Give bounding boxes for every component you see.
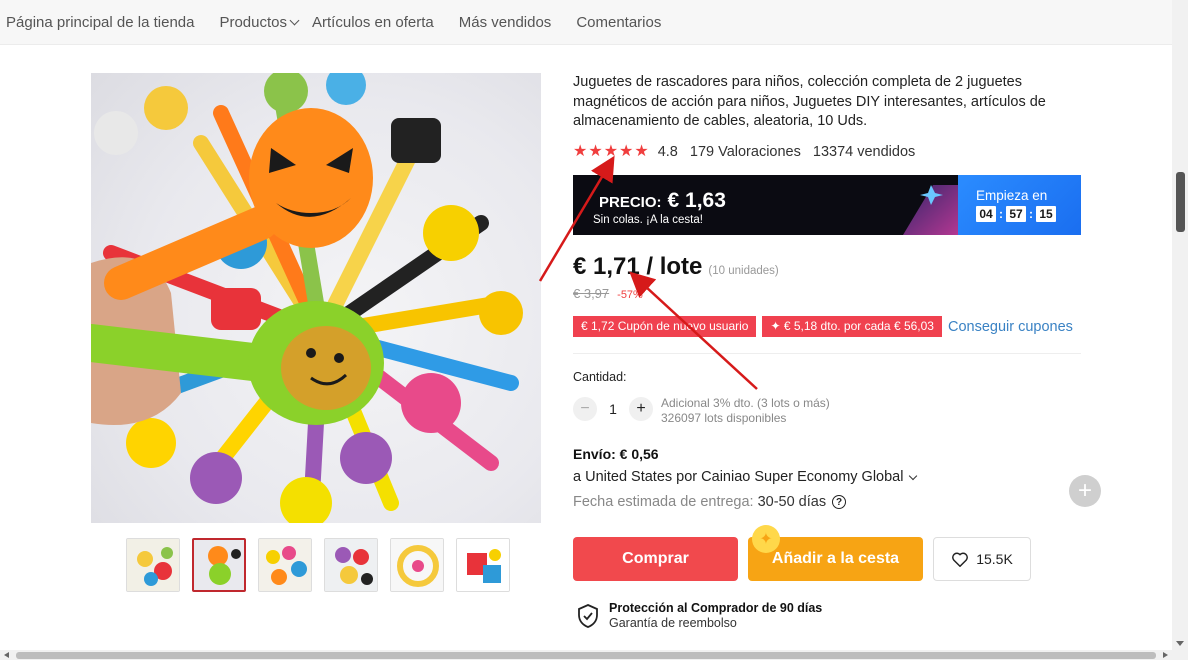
- shipping-destination: a United States por Cainiao Super Econom…: [573, 469, 904, 485]
- thumbnail-image: [457, 539, 509, 591]
- delivery-estimate: Fecha estimada de entrega: 30-50 días ?: [573, 494, 847, 510]
- sparkle-icon: ✦: [752, 525, 780, 553]
- countdown-seconds: 15: [1036, 206, 1056, 222]
- countdown-label: Empieza en: [976, 188, 1048, 203]
- horizontal-scrollbar-thumb[interactable]: [16, 652, 1156, 659]
- reviews-link[interactable]: 179 Valoraciones: [690, 144, 801, 160]
- nav-reviews-label: Comentarios: [576, 13, 662, 31]
- promo-label: PRECIO:: [599, 194, 662, 211]
- thumbnail[interactable]: [390, 538, 444, 592]
- thumbnail-image: [325, 539, 377, 591]
- shield-check-icon: [578, 604, 598, 628]
- bulk-discount-note: Adicional 3% dto. (3 lots o más): [661, 396, 830, 410]
- countdown-timer: 04 : 57 : 15: [976, 206, 1081, 222]
- original-price-row: € 3,97 -57%: [573, 286, 643, 301]
- countdown-separator: :: [1029, 207, 1033, 221]
- store-nav: Página principal de la tienda Productos …: [0, 0, 1172, 45]
- price-units: (10 unidades): [708, 265, 779, 277]
- promo-banner: PRECIO: € 1,63 Sin colas. ¡A la cesta! E…: [573, 175, 1081, 235]
- product-main-image[interactable]: [91, 73, 541, 523]
- nav-bestsellers[interactable]: Más vendidos: [434, 14, 552, 31]
- nav-sale-items[interactable]: Artículos en oferta: [298, 14, 434, 31]
- vertical-scrollbar[interactable]: [1172, 0, 1188, 650]
- nav-store-home[interactable]: Página principal de la tienda: [0, 14, 194, 31]
- rating-row: ★ ★ ★ ★ ★ 4.8 179 Valoraciones 13374 ven…: [573, 143, 915, 161]
- star-icon: ★: [588, 143, 603, 160]
- sold-count: 13374 vendidos: [812, 144, 916, 160]
- thumbnail[interactable]: [324, 538, 378, 592]
- nav-bestsellers-label: Más vendidos: [458, 13, 552, 31]
- thumbnail[interactable]: [456, 538, 510, 592]
- thumbnail-image: [127, 539, 179, 591]
- coupon-row: € 1,72 Cupón de nuevo usuario ✦ € 5,18 d…: [573, 316, 1081, 337]
- wishlist-button[interactable]: 15.5K: [933, 537, 1031, 581]
- divider: [573, 353, 1081, 354]
- shipping-cost: Envío: € 0,56: [573, 446, 659, 462]
- countdown-minutes: 57: [1006, 206, 1026, 222]
- nav-products[interactable]: Productos: [194, 13, 300, 31]
- product-title: Juguetes de rascadores para niños, colec…: [573, 74, 1046, 129]
- price-row: € 1,71 / lote (10 unidades): [573, 253, 779, 281]
- delivery-days: 30-50 días: [757, 494, 827, 510]
- vertical-scrollbar-thumb[interactable]: [1176, 172, 1185, 232]
- original-price: € 3,97: [573, 286, 610, 301]
- nav-products-label: Productos: [219, 13, 288, 31]
- scroll-down-arrow-icon[interactable]: [1176, 641, 1184, 646]
- help-icon[interactable]: ?: [832, 495, 847, 509]
- thumbnail-selected[interactable]: [192, 538, 246, 592]
- star-icon: ★: [573, 143, 588, 160]
- buy-now-button[interactable]: Comprar: [573, 537, 738, 581]
- nav-store-home-label: Página principal de la tienda: [6, 13, 195, 31]
- nav-sale-items-label: Artículos en oferta: [312, 13, 434, 31]
- heart-icon: [952, 552, 969, 567]
- thumbnail-image: [259, 539, 311, 591]
- chevron-down-icon: [909, 471, 918, 480]
- promo-price-panel: PRECIO: € 1,63 Sin colas. ¡A la cesta!: [573, 175, 958, 235]
- thumbnail[interactable]: [258, 538, 312, 592]
- floating-plus-button[interactable]: +: [1069, 475, 1101, 507]
- star-icon: ★: [619, 143, 634, 160]
- buyer-protection-text: Protección al Comprador de 90 días Garan…: [609, 601, 822, 631]
- store-discount-coupon[interactable]: ✦ € 5,18 dto. por cada € 56,03: [762, 316, 942, 337]
- stock-available: 326097 lots disponibles: [661, 410, 787, 425]
- scroll-right-arrow-icon[interactable]: [1163, 652, 1168, 658]
- new-user-coupon[interactable]: € 1,72 Cupón de nuevo usuario: [573, 316, 757, 337]
- buyer-protection-title: Protección al Comprador de 90 días: [609, 601, 823, 615]
- quantity-value[interactable]: 1: [597, 401, 629, 417]
- delivery-label: Fecha estimada de entrega:: [573, 494, 754, 510]
- countdown-hours: 04: [976, 206, 996, 222]
- promo-countdown-panel: Empieza en 04 : 57 : 15: [958, 175, 1081, 235]
- quantity-decrease-button[interactable]: −: [573, 397, 597, 421]
- promo-price: € 1,63: [667, 189, 726, 212]
- star-rating[interactable]: ★ ★ ★ ★ ★: [573, 144, 650, 160]
- star-icon: ★: [603, 143, 619, 160]
- product-page: Página principal de la tienda Productos …: [0, 0, 1188, 660]
- star-icon: ★: [634, 143, 649, 160]
- shipping-method-selector[interactable]: a United States por Cainiao Super Econom…: [573, 469, 918, 485]
- scroll-left-arrow-icon[interactable]: [4, 652, 9, 658]
- countdown-separator: :: [999, 207, 1003, 221]
- buyer-protection: Protección al Comprador de 90 días Garan…: [577, 601, 822, 631]
- rating-value: 4.8: [657, 144, 678, 160]
- buyer-protection-subtitle: Garantía de reembolso: [609, 616, 737, 630]
- quantity-info: Adicional 3% dto. (3 lots o más) 326097 …: [661, 396, 830, 425]
- nav-reviews[interactable]: Comentarios: [551, 14, 661, 31]
- thumbnail-image: [194, 540, 244, 590]
- discount-badge: -57%: [617, 289, 643, 301]
- quantity-increase-button[interactable]: +: [629, 397, 653, 421]
- get-coupons-link[interactable]: Conseguir cupones: [948, 319, 1073, 335]
- current-price: € 1,71 / lote: [573, 253, 703, 280]
- thumbnail[interactable]: [126, 538, 180, 592]
- quantity-stepper: − 1 +: [573, 397, 653, 421]
- promo-subtitle: Sin colas. ¡A la cesta!: [593, 214, 703, 226]
- thumbnail-strip: [126, 538, 510, 592]
- horizontal-scrollbar[interactable]: [0, 650, 1188, 660]
- thumbnail-image: [391, 539, 443, 591]
- wishlist-count: 15.5K: [976, 551, 1013, 567]
- product-photo-illustration: [91, 73, 523, 523]
- quantity-label: Cantidad:: [573, 370, 627, 384]
